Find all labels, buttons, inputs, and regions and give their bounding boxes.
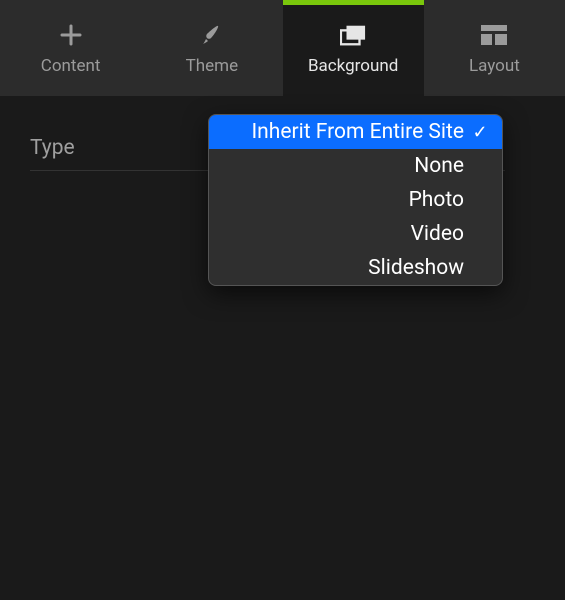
tab-layout[interactable]: Layout xyxy=(424,0,565,96)
option-label: Inherit From Entire Site xyxy=(251,120,464,144)
settings-panel: Type Inherit From Entire Site ✓ None Pho… xyxy=(0,96,565,170)
type-option-photo[interactable]: Photo xyxy=(209,183,502,217)
option-label: None xyxy=(414,154,464,178)
tab-content[interactable]: Content xyxy=(0,0,141,96)
tab-label: Layout xyxy=(469,58,520,75)
tab-bar: Content Theme Background Layout xyxy=(0,0,565,96)
tab-theme[interactable]: Theme xyxy=(141,0,282,96)
brush-icon xyxy=(199,22,225,48)
option-label: Video xyxy=(411,222,464,246)
type-option-none[interactable]: None xyxy=(209,149,502,183)
type-label: Type xyxy=(30,136,75,160)
type-dropdown[interactable]: Inherit From Entire Site ✓ None Photo Vi… xyxy=(208,114,503,286)
tab-label: Content xyxy=(41,58,101,75)
type-option-inherit[interactable]: Inherit From Entire Site ✓ xyxy=(209,115,502,149)
type-option-slideshow[interactable]: Slideshow xyxy=(209,251,502,285)
tab-label: Theme xyxy=(186,58,238,75)
tab-background[interactable]: Background xyxy=(283,0,424,96)
checkmark-icon: ✓ xyxy=(472,122,488,143)
tab-label: Background xyxy=(308,58,398,75)
option-label: Slideshow xyxy=(368,256,464,280)
plus-icon xyxy=(58,22,84,48)
background-icon xyxy=(340,22,366,48)
type-option-video[interactable]: Video xyxy=(209,217,502,251)
layout-icon xyxy=(481,22,507,48)
option-label: Photo xyxy=(409,188,464,212)
